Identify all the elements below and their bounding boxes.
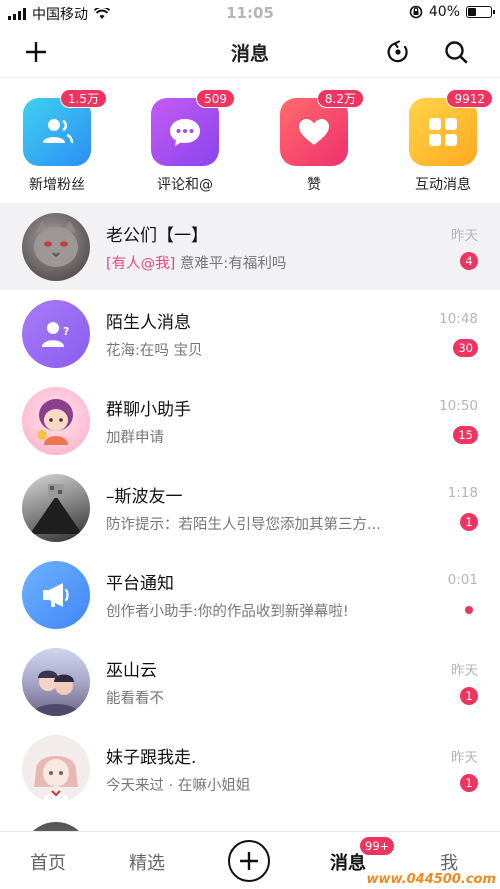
likes-tile[interactable]: 8.2万 (280, 89, 364, 166)
conversation-time: 1:18 (447, 485, 478, 501)
conversation-name: –斯波友一 (106, 487, 183, 507)
anime-girl-avatar-icon (34, 756, 78, 803)
grid-icon (429, 118, 457, 146)
new-fans-badge: 1.5万 (59, 89, 107, 108)
couple-avatar-icon (32, 670, 80, 716)
interaction-entry[interactable]: 9912 互动消息 (395, 89, 493, 194)
plus-icon (240, 852, 258, 870)
preview-text: 意难平:有福利吗 (175, 256, 287, 272)
likes-badge: 8.2万 (316, 89, 364, 108)
interaction-label: 互动消息 (415, 177, 471, 193)
comments-entry[interactable]: 509 评论和@ (137, 89, 235, 194)
megaphone-icon (43, 583, 69, 607)
comments-tile[interactable]: 509 (151, 89, 235, 166)
tab-featured[interactable]: 精选 (129, 849, 165, 875)
top-navbar: 消息 (0, 26, 500, 78)
orientation-lock-icon (409, 5, 423, 19)
tab-home[interactable]: 首页 (30, 849, 66, 875)
conversation-time: 10:50 (439, 398, 478, 414)
messages-tab-badge: 99+ (360, 837, 395, 855)
conversation-time: 0:01 (447, 572, 478, 588)
refresh-icon (387, 40, 408, 63)
conversation-row[interactable]: –斯波友一 防诈提示：若陌生人引导您添加其第三方... 1:18 1 (0, 464, 500, 551)
conversation-preview: 能看看不 (106, 691, 164, 707)
avatar (22, 213, 90, 281)
avatar (22, 648, 90, 716)
unread-dot (465, 606, 473, 614)
conversation-row[interactable]: 老公们【一】 [有人@我] 意难平:有福利吗 昨天 4 (0, 203, 500, 290)
conversation-row[interactable]: 妹子跟我走. 今天来过 · 在嘛小姐姐 昨天 1 (0, 725, 500, 812)
battery-percent: 40% (428, 4, 460, 20)
avatar (22, 735, 90, 803)
avatar: ? (22, 300, 90, 368)
unread-badge: 1 (460, 774, 478, 792)
new-fans-entry[interactable]: 1.5万 新增粉丝 (9, 89, 107, 194)
conversation-row[interactable]: 巫山云 能看看不 昨天 1 (0, 638, 500, 725)
conversation-name: 妹子跟我走. (106, 748, 197, 768)
conversation-time: 10:48 (439, 311, 478, 327)
group-assistant-avatar-icon (37, 399, 73, 445)
message-list: 老公们【一】 [有人@我] 意难平:有福利吗 昨天 4 ? 陌生人消息 花海:在… (0, 203, 500, 889)
conversation-preview: 今天来过 · 在嘛小姐姐 (106, 778, 251, 794)
unread-badge: 1 (460, 513, 478, 531)
new-fans-label: 新增粉丝 (29, 177, 85, 193)
conversation-preview: 防诈提示：若陌生人引导您添加其第三方... (106, 517, 381, 533)
likes-entry[interactable]: 8.2万 赞 (266, 89, 364, 194)
conversation-name: 陌生人消息 (106, 313, 191, 333)
unread-badge: 30 (453, 339, 478, 357)
publish-button[interactable] (228, 840, 270, 882)
new-fans-tile[interactable]: 1.5万 (23, 89, 107, 166)
battery-icon (466, 6, 495, 18)
svg-text:?: ? (63, 325, 69, 338)
conversation-row[interactable]: ? 陌生人消息 花海:在吗 宝贝 10:48 30 (0, 290, 500, 377)
avatar (22, 561, 90, 629)
likes-label: 赞 (307, 177, 321, 193)
cat-avatar-icon (34, 221, 78, 267)
conversation-preview: [有人@我] 意难平:有福利吗 (106, 252, 286, 273)
bottom-tabbar: 首页 精选 消息 99+ 我 www.044500.com (0, 831, 500, 889)
stranger-icon: ? (42, 322, 69, 347)
unread-badge: 1 (460, 687, 478, 705)
fans-icon (43, 119, 74, 144)
conversation-time: 昨天 (451, 663, 478, 679)
conversation-time: 昨天 (451, 228, 478, 244)
heart-icon (299, 119, 329, 145)
status-right: 40% (409, 4, 495, 20)
conversation-preview: 加群申请 (106, 430, 164, 446)
tab-messages-label: 消息 (330, 853, 366, 874)
conversation-row[interactable]: 群聊小助手 加群申请 10:50 15 (0, 377, 500, 464)
conversation-time: 昨天 (451, 750, 478, 766)
comments-label: 评论和@ (157, 177, 213, 193)
conversation-name: 老公们【一】 (106, 226, 208, 246)
refresh-button[interactable] (384, 38, 412, 66)
unread-badge: 15 (453, 426, 478, 444)
photo-avatar-icon (30, 484, 82, 534)
conversation-row[interactable]: 平台通知 创作者小助手:你的作品收到新弹幕啦! 0:01 (0, 551, 500, 638)
search-button[interactable] (442, 38, 470, 66)
mention-tag: [有人@我] (106, 256, 176, 272)
page-title: 消息 (230, 43, 269, 65)
comment-icon (170, 119, 200, 146)
conversation-name: 群聊小助手 (106, 400, 191, 420)
interaction-tile[interactable]: 9912 (409, 89, 493, 166)
conversation-name: 平台通知 (106, 574, 174, 594)
comments-badge: 509 (196, 89, 235, 108)
watermark: www.044500.com (366, 872, 496, 887)
search-icon (445, 41, 468, 64)
avatar (22, 387, 90, 455)
quick-entries: 1.5万 新增粉丝 509 评论和@ 8.2万 赞 9912 互动消息 (0, 88, 500, 200)
avatar (22, 474, 90, 542)
interaction-badge: 9912 (446, 89, 493, 108)
conversation-name: 巫山云 (106, 661, 157, 681)
unread-badge: 4 (460, 252, 478, 270)
status-bar: 中国移动 11:05 40% (0, 0, 500, 26)
conversation-preview: 花海:在吗 宝贝 (106, 343, 203, 359)
tab-messages[interactable]: 消息 99+ (330, 837, 395, 875)
conversation-preview: 创作者小助手:你的作品收到新弹幕啦! (106, 604, 349, 620)
